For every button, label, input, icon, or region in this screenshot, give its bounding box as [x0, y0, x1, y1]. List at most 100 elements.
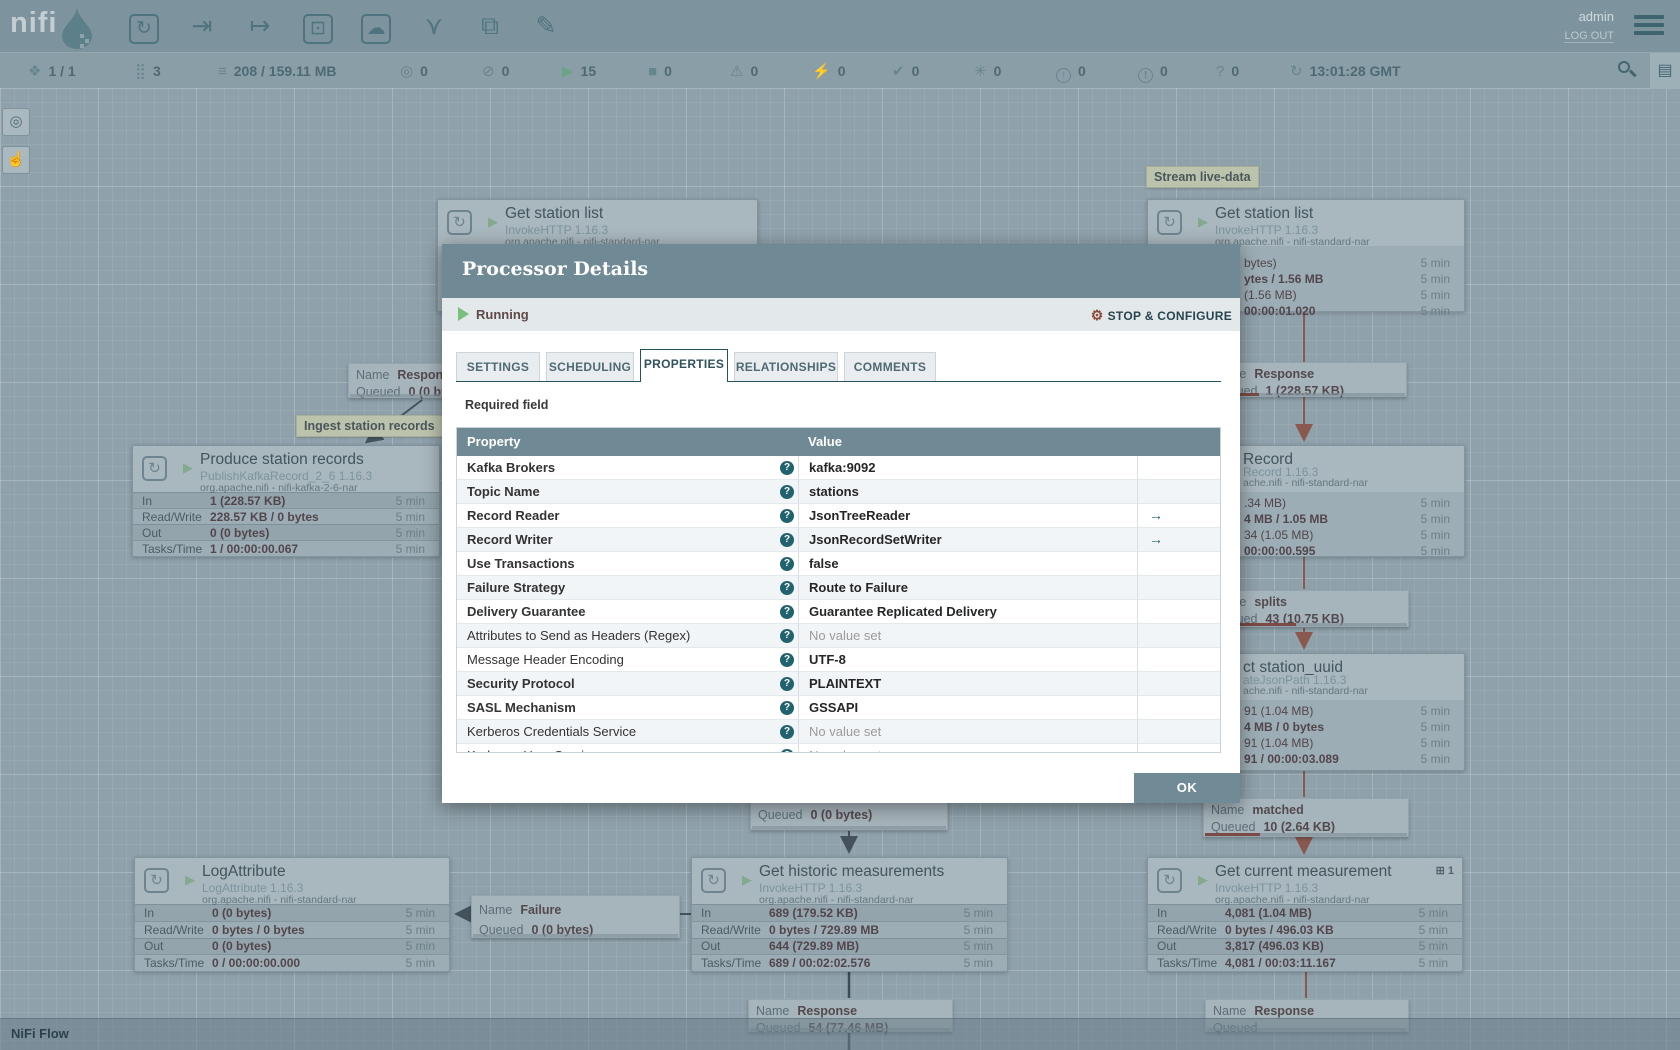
- property-row[interactable]: Failure Strategy ? Route to Failure: [457, 576, 1220, 600]
- property-row[interactable]: Message Header Encoding ? UTF-8: [457, 648, 1220, 672]
- status-stopped: ■ 0: [648, 63, 672, 80]
- property-row[interactable]: Delivery Guarantee ? Guarantee Replicate…: [457, 600, 1220, 624]
- help-icon[interactable]: ?: [780, 725, 794, 739]
- status-not-transmitting: ⊘ 0: [482, 63, 510, 80]
- property-row[interactable]: Kerberos User Service ? No value set: [457, 744, 1220, 752]
- processor-type-icon: ↻: [142, 456, 167, 481]
- help-icon[interactable]: ?: [780, 485, 794, 499]
- value-column-header: Value: [808, 434, 842, 449]
- stat-window: 5 min: [1420, 544, 1450, 558]
- status-running: ▶ 15: [562, 63, 597, 80]
- status-transmitting: ◎ 0: [400, 63, 428, 80]
- running-indicator-icon: ▶: [185, 872, 195, 887]
- help-icon[interactable]: ?: [780, 605, 794, 619]
- stat-row: In 1 (228.57 KB) 5 min: [133, 492, 439, 508]
- help-icon[interactable]: ?: [780, 533, 794, 547]
- stat-row: Out 0 (0 bytes) 5 min: [135, 937, 449, 955]
- threads-icon: ⣿: [135, 63, 146, 80]
- flow-status-bar: ❖ 1 / 1 ⣿ 3 ≡ 208 / 159.11 MB ◎ 0 ⊘ 0 ▶ 15 ■ 0 ⚠ 0 ⚡ 0 ✔ 0 ✳…: [0, 52, 1680, 89]
- status-disabled: ⚡ 0: [812, 63, 846, 80]
- footer-bar: NiFi Flow: [0, 1018, 1680, 1050]
- logout-link[interactable]: LOG OUT: [1564, 30, 1614, 43]
- stat-window: 5 min: [1420, 496, 1450, 510]
- dialog-status-row: Running ⚙ STOP & CONFIGURE: [442, 298, 1240, 331]
- input-port-icon[interactable]: ⇥: [182, 8, 222, 44]
- label-failure[interactable]: Name Failure Queued 0 (0 bytes): [471, 895, 680, 938]
- template-icon[interactable]: ⧉: [470, 8, 510, 44]
- queued-icon: ≡: [218, 63, 227, 80]
- property-row[interactable]: Attributes to Send as Headers (Regex) ? …: [457, 624, 1220, 648]
- processor-get-current-measurement[interactable]: ↻ ▶ Get current measurement InvokeHTTP 1…: [1147, 857, 1463, 972]
- stat-value-fragment: 91 (1.04 MB): [1244, 736, 1314, 750]
- stat-window: 5 min: [1420, 528, 1450, 542]
- help-icon[interactable]: ?: [780, 461, 794, 475]
- note-ingest[interactable]: Ingest station records: [296, 415, 443, 437]
- tab-scheduling[interactable]: SCHEDULING: [546, 352, 634, 382]
- processor-stats: In 0 (0 bytes) 5 min Read/Write 0 bytes / 0…: [135, 904, 449, 971]
- help-icon[interactable]: ?: [780, 581, 794, 595]
- tab-comments[interactable]: COMMENTS: [844, 352, 936, 382]
- search-icon[interactable]: [1618, 61, 1638, 81]
- property-column-header: Property: [467, 434, 521, 449]
- note-stream[interactable]: Stream live-data: [1146, 166, 1259, 188]
- help-icon[interactable]: ?: [780, 557, 794, 571]
- tab-relationships[interactable]: RELATIONSHIPS: [734, 352, 838, 382]
- property-row[interactable]: Topic Name ? stations: [457, 480, 1220, 504]
- running-state-icon: [458, 307, 469, 321]
- dialog-title: Processor Details: [462, 258, 649, 280]
- property-row[interactable]: Kafka Brokers ? kafka:9092: [457, 456, 1220, 480]
- current-user: admin: [1578, 9, 1614, 24]
- property-row[interactable]: Kerberos Credentials Service ? No value …: [457, 720, 1220, 744]
- go-to-service-icon[interactable]: →: [1149, 528, 1163, 551]
- global-menu-icon[interactable]: [1634, 15, 1664, 37]
- processor-type-icon: ↻: [1157, 210, 1182, 235]
- running-indicator-icon: ▶: [1198, 214, 1208, 229]
- property-row[interactable]: Record Writer ? JsonRecordSetWriter →: [457, 528, 1220, 552]
- stopped-icon: ■: [648, 63, 658, 80]
- properties-table: Property Value Kafka Brokers ? kafka:909…: [456, 427, 1221, 753]
- process-group-icon[interactable]: ⊡: [298, 8, 338, 44]
- help-icon[interactable]: ?: [780, 653, 794, 667]
- status-refresh: ↻ 13:01:28 GMT: [1290, 63, 1401, 80]
- stat-row: Out 644 (729.89 MB) 5 min: [692, 937, 1007, 955]
- help-icon[interactable]: ?: [780, 509, 794, 523]
- processor-stats: In 4,081 (1.04 MB) 5 min Read/Write 0 bytes…: [1148, 904, 1462, 971]
- stat-window: 5 min: [1420, 272, 1450, 286]
- help-icon[interactable]: ?: [780, 629, 794, 643]
- remote-process-group-icon[interactable]: ☁: [356, 8, 396, 44]
- stat-value-fragment: 4 MB / 1.05 MB: [1244, 512, 1329, 526]
- status-stale: ↑ 0: [1056, 53, 1086, 89]
- help-icon[interactable]: ?: [780, 701, 794, 715]
- stat-window: 5 min: [1420, 704, 1450, 718]
- stat-window: 5 min: [1420, 720, 1450, 734]
- tab-settings[interactable]: SETTINGS: [456, 352, 540, 382]
- processor-stats: In 689 (179.52 KB) 5 min Read/Write 0 bytes…: [692, 904, 1007, 971]
- property-row[interactable]: Security Protocol ? PLAINTEXT: [457, 672, 1220, 696]
- stop-and-configure-button[interactable]: ⚙ STOP & CONFIGURE: [1091, 307, 1232, 324]
- breadcrumb[interactable]: NiFi Flow: [11, 1026, 69, 1041]
- tab-properties[interactable]: PROPERTIES: [640, 349, 728, 382]
- hand-tool-icon[interactable]: ☝: [2, 146, 30, 174]
- property-row[interactable]: Record Reader ? JsonTreeReader →: [457, 504, 1220, 528]
- nifi-drop-icon: [62, 6, 92, 49]
- funnel-icon[interactable]: ⋎: [414, 8, 454, 44]
- queue-indicator-fill: [1205, 833, 1261, 836]
- processor-type-icon: ↻: [144, 868, 169, 893]
- ok-button[interactable]: OK: [1134, 773, 1240, 803]
- processor-icon[interactable]: ↻: [124, 8, 164, 44]
- status-locally-modified: ✳ 0: [974, 63, 1002, 80]
- processor-logattribute[interactable]: ↻ ▶ LogAttribute LogAttribute 1.16.3 org…: [134, 857, 450, 972]
- output-port-icon[interactable]: ↦: [240, 8, 280, 44]
- go-to-service-icon[interactable]: →: [1149, 504, 1163, 527]
- birdseye-icon[interactable]: ◎: [2, 108, 30, 136]
- property-row[interactable]: Use Transactions ? false: [457, 552, 1220, 576]
- property-row[interactable]: SASL Mechanism ? GSSAPI: [457, 696, 1220, 720]
- label-icon[interactable]: ✎: [526, 8, 566, 44]
- processor-produce-station-records[interactable]: ↻ ▶ Produce station records PublishKafka…: [132, 445, 440, 557]
- help-icon[interactable]: ?: [780, 677, 794, 691]
- processor-get-historic-measurements[interactable]: ↻ ▶ Get historic measurements InvokeHTTP…: [691, 857, 1008, 972]
- label-matched[interactable]: Name matched Queued 10 (2.64 KB): [1203, 798, 1409, 837]
- processor-type: LogAttribute 1.16.3: [202, 881, 304, 895]
- bulletin-board-icon[interactable]: ▤: [1650, 53, 1680, 89]
- help-icon[interactable]: ?: [780, 749, 794, 752]
